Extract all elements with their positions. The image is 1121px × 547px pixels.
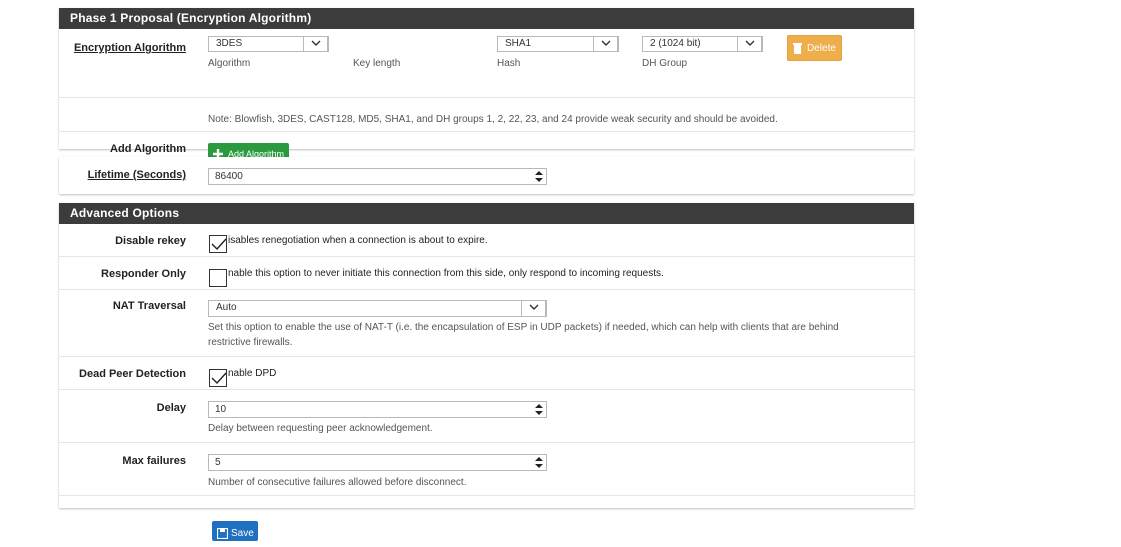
delete-button[interactable]: Delete [787, 35, 842, 61]
phase1-heading: Phase 1 Proposal (Encryption Algorithm) [59, 8, 914, 29]
checkmark-icon [211, 372, 227, 385]
max-failures-value: 5 [215, 457, 221, 468]
max-failures-label: Max failures [122, 455, 186, 467]
encryption-row: Encryption Algorithm 3DES Algorithm Key … [59, 29, 914, 98]
key-length-caption: Key length [353, 58, 401, 69]
nat-traversal-label: NAT Traversal [112, 300, 186, 312]
hash-caption: Hash [497, 58, 521, 69]
lifetime-label: Lifetime (Seconds) [87, 169, 186, 181]
spinner-icon[interactable] [534, 456, 544, 469]
responder-only-row: Responder Only nable this option to neve… [59, 257, 914, 290]
nat-traversal-row: NAT Traversal Auto Set this option to en… [59, 290, 914, 357]
chevron-down-icon [521, 300, 546, 317]
algorithm-caption: Algorithm [208, 58, 251, 69]
disable-rekey-text: isables renegotiation when a connection … [228, 235, 488, 246]
spacer-row [59, 496, 914, 512]
trash-icon [793, 43, 802, 54]
save-icon [217, 528, 228, 539]
advanced-panel: Advanced Options Disable rekey isables r… [59, 203, 914, 508]
nat-traversal-help-line2: restrictive firewalls. [208, 337, 293, 348]
algorithm-value: 3DES [216, 38, 243, 49]
dpd-text: nable DPD [228, 368, 277, 379]
checkmark-icon [211, 238, 227, 251]
spinner-icon[interactable] [534, 403, 544, 416]
nat-traversal-value: Auto [216, 302, 237, 313]
dpd-label: Dead Peer Detection [79, 368, 186, 380]
algorithm-select[interactable]: 3DES [208, 36, 329, 52]
chevron-down-icon [737, 36, 762, 52]
max-failures-help: Number of consecutive failures allowed b… [208, 477, 467, 488]
dpd-row: Dead Peer Detection nable DPD [59, 357, 914, 390]
chevron-down-icon [303, 36, 328, 52]
save-label: Save [231, 528, 254, 539]
disable-rekey-label: Disable rekey [115, 235, 186, 247]
dpd-checkbox[interactable] [209, 369, 227, 387]
hash-value: SHA1 [505, 38, 532, 49]
nat-traversal-help-line1: Set this option to enable the use of NAT… [208, 322, 839, 333]
dh-group-select[interactable]: 2 (1024 bit) [642, 36, 763, 52]
lifetime-value: 86400 [215, 171, 243, 182]
nat-traversal-select[interactable]: Auto [208, 300, 547, 317]
dh-group-caption: DH Group [642, 58, 688, 69]
save-button[interactable]: Save [212, 521, 258, 541]
delay-value: 10 [215, 404, 227, 415]
lifetime-panel: Lifetime (Seconds) 86400 [59, 157, 914, 194]
lifetime-row: Lifetime (Seconds) 86400 [59, 157, 914, 194]
advanced-heading: Advanced Options [59, 203, 914, 224]
dh-group-value: 2 (1024 bit) [650, 38, 701, 49]
disable-rekey-checkbox[interactable] [209, 235, 227, 253]
hash-select[interactable]: SHA1 [497, 36, 619, 52]
max-failures-row: Max failures 5 Number of consecutive fai… [59, 443, 914, 496]
responder-only-checkbox[interactable] [209, 269, 227, 287]
delete-label: Delete [807, 43, 836, 54]
delay-label: Delay [156, 402, 186, 414]
disable-rekey-row: Disable rekey isables renegotiation when… [59, 224, 914, 257]
chevron-down-icon [593, 36, 618, 52]
lifetime-input[interactable]: 86400 [208, 168, 547, 185]
encryption-algorithm-label: Encryption Algorithm [73, 42, 186, 54]
note-row: Note: Blowfish, 3DES, CAST128, MD5, SHA1… [59, 98, 914, 132]
spinner-icon[interactable] [534, 170, 544, 183]
delay-input[interactable]: 10 [208, 401, 547, 418]
weak-security-note: Note: Blowfish, 3DES, CAST128, MD5, SHA1… [208, 114, 778, 125]
responder-only-text: nable this option to never initiate this… [228, 268, 664, 279]
delay-help: Delay between requesting peer acknowledg… [208, 423, 433, 434]
phase1-panel: Phase 1 Proposal (Encryption Algorithm) … [59, 8, 914, 165]
max-failures-input[interactable]: 5 [208, 454, 547, 471]
add-algorithm-label: Add Algorithm [110, 143, 186, 155]
responder-only-label: Responder Only [101, 268, 186, 280]
delay-row: Delay 10 Delay between requesting peer a… [59, 390, 914, 443]
